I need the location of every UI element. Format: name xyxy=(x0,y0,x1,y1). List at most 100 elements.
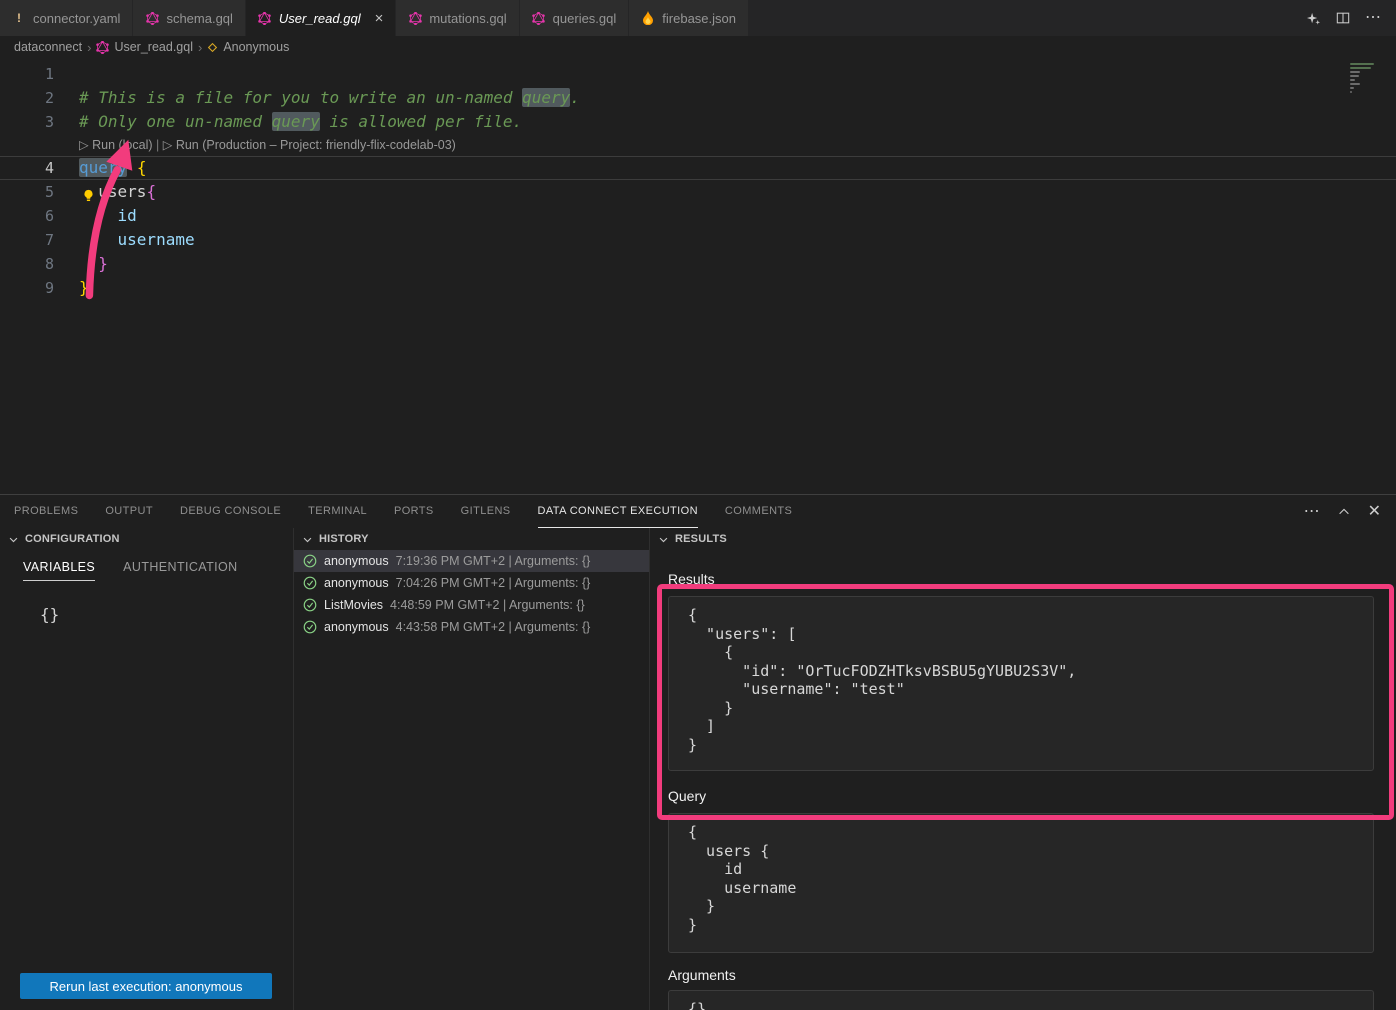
minimap[interactable] xyxy=(1350,63,1384,95)
history-item-name: anonymous xyxy=(324,554,389,568)
results-header[interactable]: RESULTS xyxy=(650,528,1396,550)
breadcrumb-label: User_read.gql xyxy=(114,40,193,54)
line-number: 1 xyxy=(0,62,54,86)
results-label: Results xyxy=(668,571,1374,587)
tab-label: connector.yaml xyxy=(33,11,120,26)
history-section: HISTORY anonymous7:19:36 PM GMT+2 | Argu… xyxy=(293,528,650,1010)
codelens: ▷ Run (local) | ▷ Run (Production – Proj… xyxy=(0,134,1396,156)
tab-mutations-gql[interactable]: mutations.gql xyxy=(396,0,519,36)
history-item-name: ListMovies xyxy=(324,598,383,612)
results-title: RESULTS xyxy=(675,533,727,545)
panel-tab-gitlens[interactable]: GITLENS xyxy=(461,495,511,528)
results-json: { "users": [ { "id": "OrTucFODZHTksvBSBU… xyxy=(669,597,1373,763)
history-item[interactable]: anonymous7:04:26 PM GMT+2 | Arguments: {… xyxy=(294,572,649,594)
editor-tabs: !connector.yaml schema.gql User_read.gql × m… xyxy=(0,0,749,36)
tab-label: User_read.gql xyxy=(279,11,361,26)
history-item-name: anonymous xyxy=(324,620,389,634)
history-item[interactable]: anonymous 4:43:58 PM GMT+2 | Arguments: {… xyxy=(294,616,649,638)
line-number: 6 xyxy=(0,204,54,228)
panel-tab-data-connect-execution[interactable]: DATA CONNECT EXECUTION xyxy=(538,495,698,528)
editor-actions: ⋯ xyxy=(1306,0,1396,36)
history-header[interactable]: HISTORY xyxy=(294,528,649,550)
history-item-meta: 7:04:26 PM GMT+2 | Arguments: {} xyxy=(396,576,591,590)
line-number: 2 xyxy=(0,86,54,110)
line-number: 3 xyxy=(0,110,54,134)
line-number: 9 xyxy=(0,276,54,300)
panel-maximize-icon[interactable] xyxy=(1337,505,1351,519)
code-editor[interactable]: 12# This is a file for you to write an u… xyxy=(0,58,1396,494)
flame-icon xyxy=(641,11,655,25)
tab-label: schema.gql xyxy=(166,11,232,26)
breadcrumb-item-user-read-gql[interactable]: User_read.gql xyxy=(96,40,193,54)
results-content: Results { "users": [ { "id": "OrTucFODZH… xyxy=(650,571,1396,1010)
breadcrumb-separator: › xyxy=(198,40,202,55)
config-tab-variables[interactable]: VARIABLES xyxy=(23,560,95,581)
tab-firebase-json[interactable]: firebase.json xyxy=(629,0,749,36)
breadcrumb-label: dataconnect xyxy=(14,40,82,54)
tab-label: queries.gql xyxy=(553,11,617,26)
tab-label: firebase.json xyxy=(662,11,736,26)
code-line-3[interactable]: 3# Only one un-named query is allowed pe… xyxy=(0,110,1396,134)
panel-actions: ⋯ ✕ xyxy=(1304,495,1396,528)
panel-tab-problems[interactable]: PROBLEMS xyxy=(14,495,78,528)
panel-tab-debug-console[interactable]: DEBUG CONSOLE xyxy=(180,495,281,528)
arguments-label: Arguments xyxy=(668,967,1374,983)
panel-tab-output[interactable]: OUTPUT xyxy=(105,495,153,528)
panel-tabs: PROBLEMS OUTPUT DEBUG CONSOLE TERMINAL PORTS… xyxy=(0,495,792,528)
history-item[interactable]: anonymous7:19:36 PM GMT+2 | Arguments: {… xyxy=(294,550,649,572)
history-item-meta: 4:48:59 PM GMT+2 | Arguments: {} xyxy=(390,598,585,612)
vscode-window: !connector.yaml schema.gql User_read.gql × m… xyxy=(0,0,1396,1010)
breadcrumb-item-dataconnect[interactable]: dataconnect xyxy=(14,40,82,54)
line-number: 5 xyxy=(0,180,54,204)
history-item[interactable]: ListMovies 4:48:59 PM GMT+2 | Arguments: … xyxy=(294,594,649,616)
results-box: { "users": [ { "id": "OrTucFODZHTksvBSBU… xyxy=(668,596,1374,771)
tab-user-read-gql[interactable]: User_read.gql × xyxy=(246,0,396,36)
more-actions-icon[interactable]: ⋯ xyxy=(1365,10,1381,26)
query-box: { users { id username } } xyxy=(668,813,1374,953)
variables-value: {} xyxy=(40,605,293,624)
code-line-9[interactable]: 9} xyxy=(0,276,1396,300)
code-line-2[interactable]: 2# This is a file for you to write an un… xyxy=(0,86,1396,110)
code-line-4[interactable]: 4query { xyxy=(0,156,1396,180)
panel-tab-comments[interactable]: COMMENTS xyxy=(725,495,792,528)
code-line-8[interactable]: 8 } xyxy=(0,252,1396,276)
configuration-header[interactable]: CONFIGURATION xyxy=(0,528,293,550)
check-circle-icon xyxy=(303,620,317,634)
graphql-icon xyxy=(145,12,159,25)
tab-schema-gql[interactable]: schema.gql xyxy=(133,0,245,36)
editor-tab-bar: !connector.yaml schema.gql User_read.gql × m… xyxy=(0,0,1396,36)
breadcrumb-separator: › xyxy=(87,40,91,55)
close-tab-icon[interactable]: × xyxy=(375,11,384,26)
config-tab-authentication[interactable]: AUTHENTICATION xyxy=(123,560,237,581)
history-list: anonymous7:19:36 PM GMT+2 | Arguments: {… xyxy=(294,550,649,638)
panel-tab-terminal[interactable]: TERMINAL xyxy=(308,495,367,528)
panel-tab-ports[interactable]: PORTS xyxy=(394,495,434,528)
sparkle-icon[interactable] xyxy=(1306,11,1321,26)
check-circle-icon xyxy=(303,576,317,590)
arguments-box: {} xyxy=(668,990,1374,1010)
codelens-run-local[interactable]: ▷ Run (local) xyxy=(79,138,153,152)
tab-queries-gql[interactable]: queries.gql xyxy=(520,0,630,36)
panel-more-icon[interactable]: ⋯ xyxy=(1304,504,1320,520)
graphql-icon xyxy=(532,12,546,25)
code-line-1[interactable]: 1 xyxy=(0,62,1396,86)
tab-connector-yaml[interactable]: !connector.yaml xyxy=(0,0,133,36)
panel-close-icon[interactable]: ✕ xyxy=(1368,504,1381,520)
graphql-icon xyxy=(408,12,422,25)
lightbulb-icon[interactable] xyxy=(82,185,96,199)
breadcrumb-item-anonymous[interactable]: Anonymous xyxy=(207,40,289,54)
panel-tab-bar: PROBLEMS OUTPUT DEBUG CONSOLE TERMINAL PORTS… xyxy=(0,495,1396,528)
split-editor-icon[interactable] xyxy=(1336,11,1350,25)
codelens-separator: | xyxy=(153,138,163,152)
code-line-7[interactable]: 7 username xyxy=(0,228,1396,252)
history-item-meta: 4:43:58 PM GMT+2 | Arguments: {} xyxy=(396,620,591,634)
code-line-6[interactable]: 6 id xyxy=(0,204,1396,228)
chevron-down-icon xyxy=(302,534,315,545)
rerun-button[interactable]: Rerun last execution: anonymous xyxy=(20,973,272,999)
code-line-5[interactable]: 5 users{ xyxy=(0,180,1396,204)
line-number: 4 xyxy=(0,156,54,180)
chevron-down-icon xyxy=(658,534,671,545)
line-number: 8 xyxy=(0,252,54,276)
configuration-section: CONFIGURATION VARIABLES AUTHENTICATION {}… xyxy=(0,528,293,1010)
codelens-run-production[interactable]: ▷ Run (Production – Project: friendly-fl… xyxy=(163,138,456,152)
